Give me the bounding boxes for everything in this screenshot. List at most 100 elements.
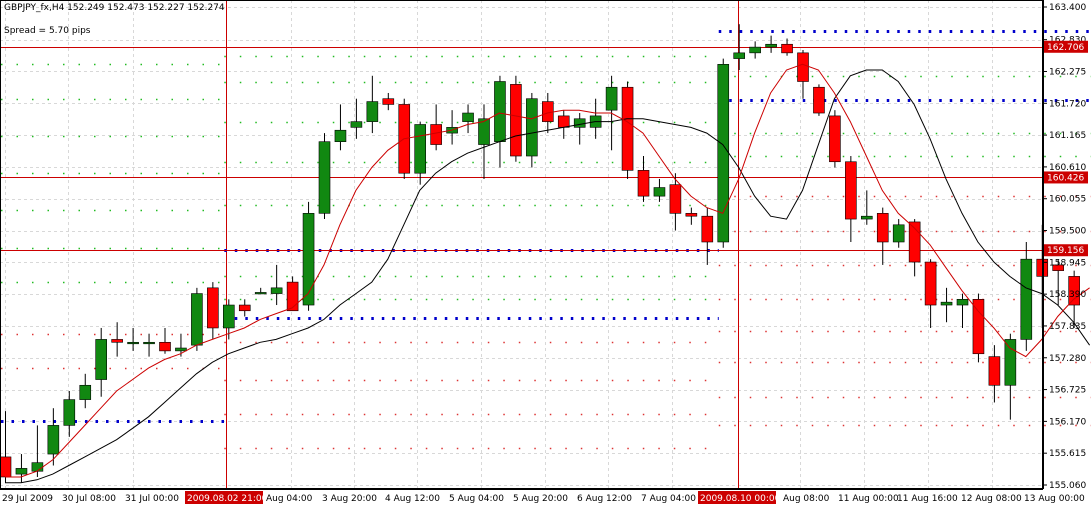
candle-body (669, 184, 682, 214)
time-tick-label: 13 Aug 00:00 (1024, 494, 1085, 504)
candle-body (382, 98, 395, 105)
time-tick-label: 11 Aug 00:00 (838, 494, 899, 504)
candle-body (270, 287, 283, 294)
candle-body (621, 86, 634, 171)
candle-body (637, 170, 650, 197)
price-tick-label: 160.610 (1049, 163, 1086, 173)
time-tick-label: 2009.08.10 00:00 (700, 494, 781, 504)
candle-body (159, 341, 171, 352)
candle-body (254, 292, 267, 295)
candle-body (781, 43, 793, 54)
price-line-label: 160.426 (1047, 173, 1084, 183)
spread-info: Spread = 5.70 pips (4, 26, 91, 36)
price-tick-label: 155.615 (1049, 449, 1086, 459)
candle-body (829, 115, 841, 163)
candle-body (175, 347, 187, 352)
candle-body (79, 384, 92, 400)
candle-bull (302, 201, 315, 311)
candle-body (876, 213, 889, 243)
price-line-label: 162.706 (1047, 43, 1084, 53)
candle-bear (972, 293, 985, 363)
candle-body (813, 86, 825, 114)
candle-body (797, 52, 809, 82)
price-tick-label: 161.720 (1049, 99, 1086, 109)
time-tick-label: 12 Aug 08:00 (961, 494, 1022, 504)
candle-body (63, 399, 76, 426)
candle-body (940, 301, 953, 306)
candle-body (765, 43, 777, 48)
candle-body (334, 129, 347, 142)
candle-body (701, 215, 714, 243)
time-tick-label: 6 Aug 12:00 (577, 494, 632, 504)
price-tick-label: 157.280 (1049, 354, 1086, 364)
price-tick-label: 158.945 (1049, 258, 1086, 268)
candle-body (414, 124, 427, 174)
price-line-label: 159.156 (1047, 246, 1084, 256)
candle-body (191, 293, 203, 346)
candle-body (318, 141, 331, 214)
candle-bear (621, 81, 634, 179)
price-tick-label: 163.400 (1049, 3, 1086, 13)
price-tick-label: 155.060 (1049, 481, 1086, 491)
candle-body (573, 118, 586, 128)
candle-body (972, 299, 985, 355)
candle-body (0, 456, 12, 478)
candle-body (494, 81, 506, 142)
candle-body (653, 187, 666, 197)
time-tick-label: 4 Aug 12:00 (385, 494, 440, 504)
candle-body (557, 115, 570, 128)
price-tick-label: 156.725 (1049, 386, 1086, 396)
candle-body (1020, 258, 1033, 340)
candle-body (605, 86, 618, 111)
price-tick-label: 157.835 (1049, 322, 1086, 332)
candle-body (860, 215, 873, 220)
time-tick-label: 5 Aug 20:00 (513, 494, 568, 504)
candle-bull (318, 133, 331, 220)
candle-body (733, 52, 746, 59)
price-axis: 163.400162.830162.275161.720161.165160.6… (1043, 0, 1088, 491)
price-tick-label: 160.055 (1049, 195, 1086, 205)
time-tick-label: 5 Aug 04:00 (449, 494, 504, 504)
candle-body (207, 287, 219, 329)
price-tick-label: 158.390 (1049, 290, 1086, 300)
candle-body (111, 339, 123, 343)
price-chart[interactable]: 163.400162.830162.275161.720161.165160.6… (0, 0, 1091, 507)
candle-body (462, 112, 474, 122)
candle-body (95, 339, 107, 380)
candle-body (845, 161, 857, 220)
candle-body (892, 224, 905, 243)
candle-bull (526, 92, 538, 168)
candle-body (286, 281, 299, 312)
candle-body (31, 462, 44, 472)
candle-body (350, 121, 363, 128)
candle-body (238, 304, 251, 312)
candle-body (1004, 339, 1017, 386)
candle-body (924, 261, 937, 306)
candle-body (302, 213, 315, 306)
candle-body (541, 101, 554, 122)
price-tick-label: 156.170 (1049, 417, 1086, 427)
time-tick-label: 11 Aug 16:00 (897, 494, 958, 504)
time-tick-label: 2009.08.02 21:00 (187, 494, 268, 504)
candle-body (717, 64, 730, 243)
candle-bear (813, 84, 825, 116)
time-tick-label: Aug 04:00 (266, 494, 313, 504)
time-tick-label: 3 Aug 20:00 (322, 494, 377, 504)
candle-bear (510, 75, 522, 162)
price-tick-label: 159.500 (1049, 227, 1086, 237)
candle-body (430, 124, 442, 145)
symbol-info: GBPJPY_fx,H4 152.249 152.473 152.227 152… (4, 3, 225, 13)
time-tick-label: Aug 08:00 (783, 494, 830, 504)
candle-bull (717, 58, 730, 248)
time-axis: 29 Jul 2009 30 Jul 08:00 31 Jul 00:00 2009.… (0, 489, 1085, 504)
candle-body (988, 356, 1001, 386)
candle-body (143, 341, 155, 345)
candle-body (47, 425, 60, 455)
candle-body (526, 98, 538, 157)
price-tick-label: 161.165 (1049, 131, 1086, 141)
time-tick-label: 30 Jul 08:00 (62, 494, 116, 504)
candle-bull (191, 287, 203, 351)
time-tick-label: 31 Jul 00:00 (125, 494, 179, 504)
time-tick-label: 7 Aug 04:00 (641, 494, 696, 504)
candle-body (223, 304, 235, 329)
